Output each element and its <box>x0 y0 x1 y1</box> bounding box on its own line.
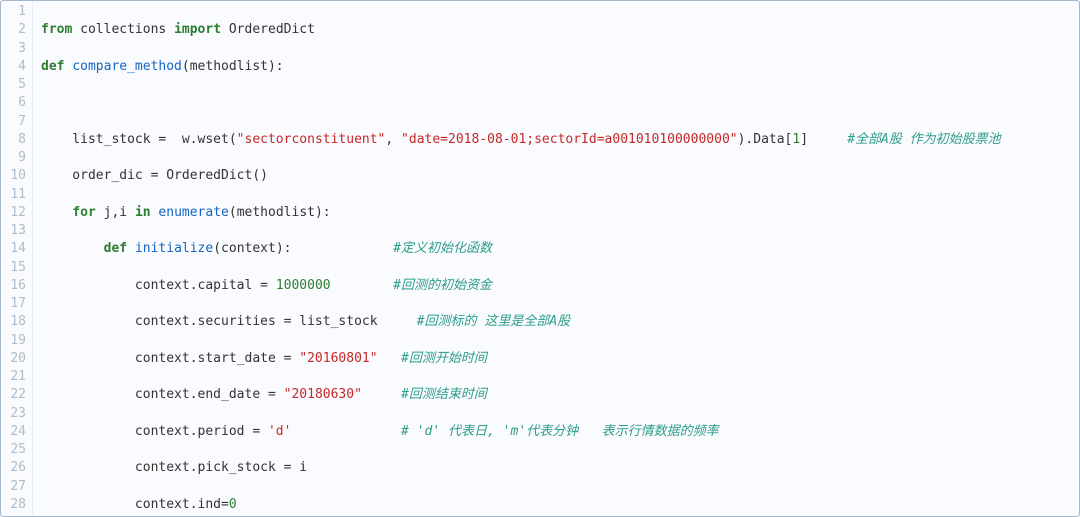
line-number: 19 <box>1 332 26 350</box>
line-number: 28 <box>1 496 26 514</box>
comment: #全部A股 作为初始股票池 <box>847 132 1000 147</box>
line-number: 21 <box>1 368 26 386</box>
code-line: context.pick_stock = i <box>41 459 1079 477</box>
keyword: for <box>72 205 95 220</box>
code-line: context.start_date = "20160801" #回测开始时间 <box>41 350 1079 368</box>
code-line: from collections import OrderedDict <box>41 21 1079 39</box>
code-line: context.end_date = "20180630" #回测结束时间 <box>41 386 1079 404</box>
number-literal: 1000000 <box>276 278 331 293</box>
string-literal: "20180630" <box>284 387 362 402</box>
line-number: 15 <box>1 259 26 277</box>
function-name: enumerate <box>158 205 228 220</box>
keyword: from <box>41 22 72 37</box>
code-line: for j,i in enumerate(methodlist): <box>41 204 1079 222</box>
line-number: 25 <box>1 441 26 459</box>
function-name: compare_method <box>72 59 182 74</box>
line-number: 26 <box>1 459 26 477</box>
code-line: context.securities = list_stock #回测标的 这里… <box>41 313 1079 331</box>
line-number: 6 <box>1 94 26 112</box>
string-literal: "20160801" <box>299 351 377 366</box>
code-block: 1 2 3 4 5 6 7 8 9 10 11 12 13 14 15 16 1… <box>0 0 1080 517</box>
line-number: 1 <box>1 3 26 21</box>
line-number: 22 <box>1 386 26 404</box>
line-number: 4 <box>1 58 26 76</box>
code-line: list_stock = w.wset("sectorconstituent",… <box>41 131 1079 149</box>
keyword: def <box>104 241 127 256</box>
string-literal: "sectorconstituent" <box>237 132 386 147</box>
line-number: 2 <box>1 21 26 39</box>
string-literal: "date=2018-08-01;sectorId=a0010101000000… <box>401 132 738 147</box>
line-number: 17 <box>1 295 26 313</box>
line-number: 7 <box>1 113 26 131</box>
comment: #回测开始时间 <box>401 351 487 366</box>
line-number: 27 <box>1 478 26 496</box>
code-area[interactable]: from collections import OrderedDict def … <box>33 1 1079 516</box>
line-number-gutter: 1 2 3 4 5 6 7 8 9 10 11 12 13 14 15 16 1… <box>1 1 33 516</box>
number-literal: 0 <box>229 497 237 512</box>
code-line: def compare_method(methodlist): <box>41 58 1079 76</box>
line-number: 11 <box>1 186 26 204</box>
code-line: context.ind=0 <box>41 496 1079 514</box>
comment: # 'd' 代表日, 'm'代表分钟 表示行情数据的频率 <box>401 424 719 439</box>
keyword: def <box>41 59 64 74</box>
line-number: 3 <box>1 40 26 58</box>
line-number: 12 <box>1 204 26 222</box>
code-line: context.period = 'd' # 'd' 代表日, 'm'代表分钟 … <box>41 423 1079 441</box>
line-number: 18 <box>1 313 26 331</box>
line-number: 23 <box>1 405 26 423</box>
line-number: 9 <box>1 149 26 167</box>
comment: #回测结束时间 <box>401 387 487 402</box>
comment: #回测标的 这里是全部A股 <box>417 314 570 329</box>
code-line <box>41 94 1079 112</box>
code-line: def initialize(context): #定义初始化函数 <box>41 240 1079 258</box>
line-number: 5 <box>1 76 26 94</box>
code-line: order_dic = OrderedDict() <box>41 167 1079 185</box>
keyword: import <box>174 22 221 37</box>
comment: #回测的初始资金 <box>393 278 492 293</box>
line-number: 14 <box>1 240 26 258</box>
line-number: 13 <box>1 222 26 240</box>
function-name: initialize <box>135 241 213 256</box>
line-number: 24 <box>1 423 26 441</box>
line-number: 16 <box>1 277 26 295</box>
line-number: 8 <box>1 131 26 149</box>
keyword: in <box>135 205 151 220</box>
code-line: context.capital = 1000000 #回测的初始资金 <box>41 277 1079 295</box>
comment: #定义初始化函数 <box>393 241 492 256</box>
line-number: 20 <box>1 350 26 368</box>
line-number: 10 <box>1 167 26 185</box>
string-literal: 'd' <box>268 424 291 439</box>
